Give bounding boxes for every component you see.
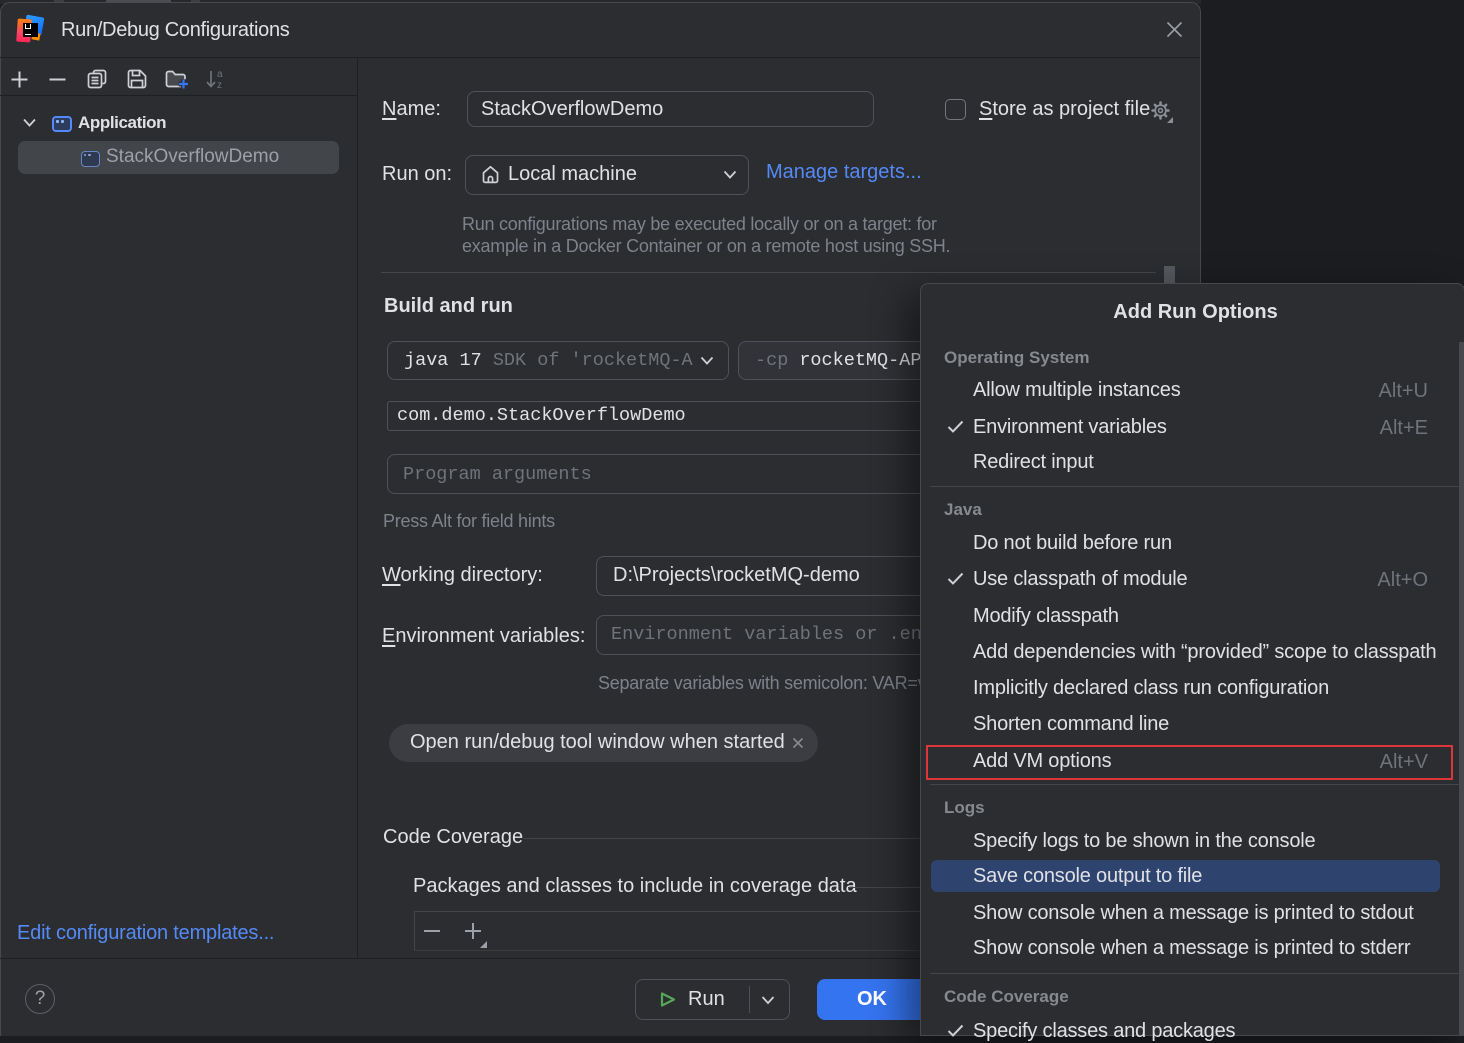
svg-text:a: a [217,69,223,80]
svg-text:z: z [217,80,222,90]
